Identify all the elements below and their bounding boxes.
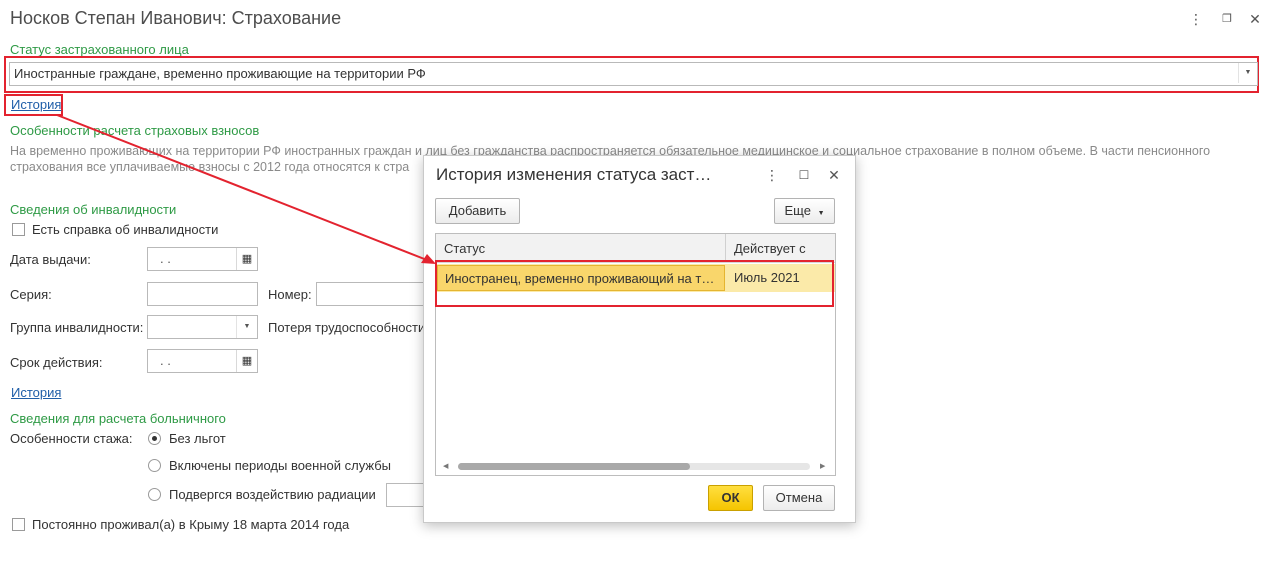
annotation-arrow bbox=[56, 114, 436, 264]
